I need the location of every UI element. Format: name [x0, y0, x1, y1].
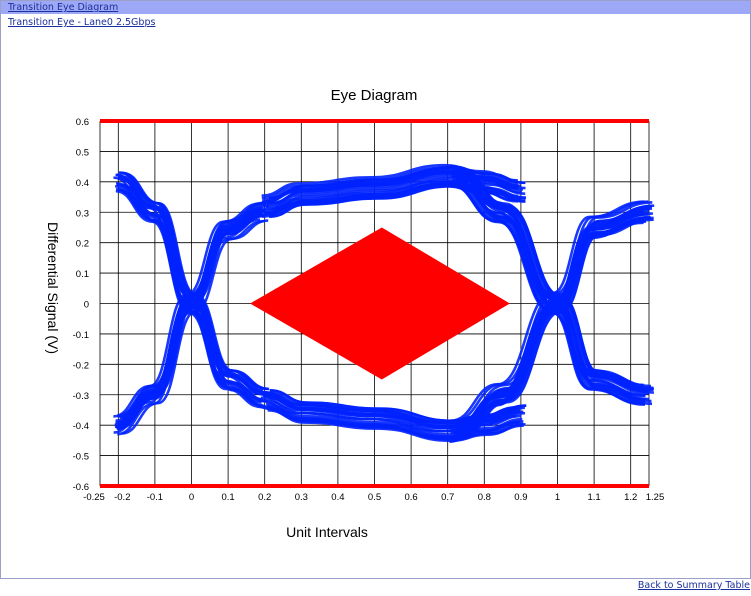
- header-bar: Transition Eye Diagram: [1, 1, 750, 14]
- y-tick-label: -0.2: [73, 360, 89, 371]
- x-tick-label: -0.1: [147, 492, 163, 503]
- x-tick-label: 1.2: [624, 492, 637, 503]
- y-tick-label: -0.1: [73, 330, 89, 341]
- y-tick-label: -0.4: [73, 421, 89, 432]
- x-tick-label: 0.2: [258, 492, 271, 503]
- trace-path: [452, 212, 647, 435]
- x-tick-label: -0.2: [114, 492, 130, 503]
- x-tick-label: 1.1: [587, 492, 600, 503]
- y-tick-label: -0.3: [73, 391, 89, 402]
- y-tick-label: 0.6: [76, 117, 89, 128]
- y-axis-label: Differential Signal (V): [45, 222, 61, 354]
- y-tick-label: 0.5: [76, 147, 89, 158]
- x-tick-label: 0.1: [221, 492, 234, 503]
- x-tick-label: 1: [555, 492, 560, 503]
- eye-mask: [250, 227, 510, 380]
- x-tick-label: 0.7: [441, 492, 454, 503]
- x-axis-label: Unit Intervals: [286, 524, 368, 540]
- report-frame: Transition Eye Diagram Transition Eye - …: [0, 0, 751, 579]
- x-tick-label: 0.9: [514, 492, 527, 503]
- chart-title: Eye Diagram: [331, 87, 418, 104]
- trace-band-upper-right-crossing: [449, 164, 654, 406]
- y-tick-label: 0.3: [76, 208, 89, 219]
- transition-eye-diagram-link[interactable]: Transition Eye Diagram: [8, 1, 118, 14]
- y-tick-label: 0.1: [76, 269, 89, 280]
- y-tick-label: 0: [84, 300, 89, 311]
- x-tick-label: 0.8: [478, 492, 491, 503]
- x-tick-label: 0.4: [331, 492, 344, 503]
- y-tick-label: 0.4: [76, 178, 89, 189]
- x-tick-label: 0.5: [368, 492, 381, 503]
- back-to-summary-link[interactable]: Back to Summary Table: [638, 580, 750, 592]
- y-tick-label: -0.5: [73, 452, 89, 463]
- x-tick-label: 1.25: [646, 492, 665, 503]
- eye-mask-layer: [250, 227, 510, 380]
- eye-diagram-chart: Eye Diagram 0.60.50.40.30.20.10-0.1-0.2-…: [45, 87, 665, 540]
- eye-diagram-panel: Eye Diagram 0.6 0.5 0.4 0.3 0.2 0.1 0 -0.1 -0.2-…: [7, 30, 747, 577]
- x-tick-label: 0: [189, 492, 194, 503]
- trace-band-lower-right-crossing: [449, 200, 655, 444]
- x-tick-label: 0.3: [295, 492, 308, 503]
- x-tick-label: 0.6: [404, 492, 417, 503]
- x-tick-label: -0.25: [83, 492, 105, 503]
- y-tick-label: 0.2: [76, 239, 89, 250]
- transition-eye-lane0-link[interactable]: Transition Eye - Lane0 2.5Gbps: [8, 17, 155, 29]
